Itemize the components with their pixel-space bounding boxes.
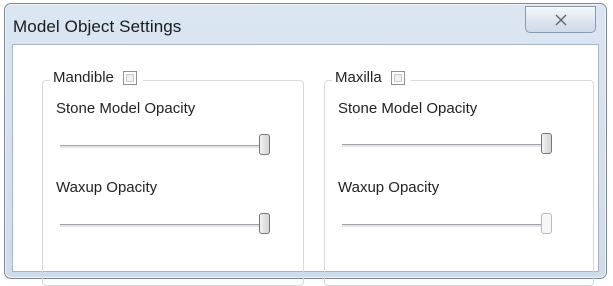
dialog-client-area: Mandible Stone Model Opacity Waxup Opaci… [12, 44, 599, 286]
slider-track [342, 144, 552, 148]
maxilla-group: Maxilla Stone Model Opacity Waxup Opacit… [324, 69, 594, 286]
mandible-waxup-opacity-label: Waxup Opacity [56, 179, 158, 196]
maxilla-waxup-opacity-label: Waxup Opacity [338, 179, 440, 196]
mandible-checkbox[interactable] [122, 70, 137, 85]
slider-thumb[interactable] [541, 213, 552, 234]
slider-track [342, 224, 552, 228]
maxilla-label: Maxilla [335, 69, 382, 86]
close-icon [555, 14, 566, 25]
maxilla-waxup-opacity-slider[interactable] [342, 213, 552, 237]
maxilla-header: Maxilla [332, 69, 411, 86]
mandible-stone-opacity-slider[interactable] [60, 134, 270, 158]
mandible-group: Mandible Stone Model Opacity Waxup Opaci… [42, 69, 304, 286]
mandible-stone-opacity-label: Stone Model Opacity [56, 100, 196, 117]
slider-thumb[interactable] [541, 133, 552, 154]
slider-thumb[interactable] [259, 213, 270, 234]
close-button[interactable] [525, 6, 596, 33]
window-title: Model Object Settings [13, 17, 182, 36]
slider-track [60, 224, 270, 228]
dialog-window: Model Object Settings Mandible Stone Mod… [4, 3, 607, 286]
mandible-label: Mandible [53, 69, 114, 86]
mandible-waxup-opacity-slider[interactable] [60, 213, 270, 237]
mandible-header: Mandible [50, 69, 143, 86]
slider-thumb[interactable] [259, 134, 270, 155]
maxilla-checkbox[interactable] [390, 70, 405, 85]
maxilla-stone-opacity-slider[interactable] [342, 133, 552, 157]
maxilla-stone-opacity-label: Stone Model Opacity [338, 100, 478, 117]
slider-track [60, 145, 270, 149]
